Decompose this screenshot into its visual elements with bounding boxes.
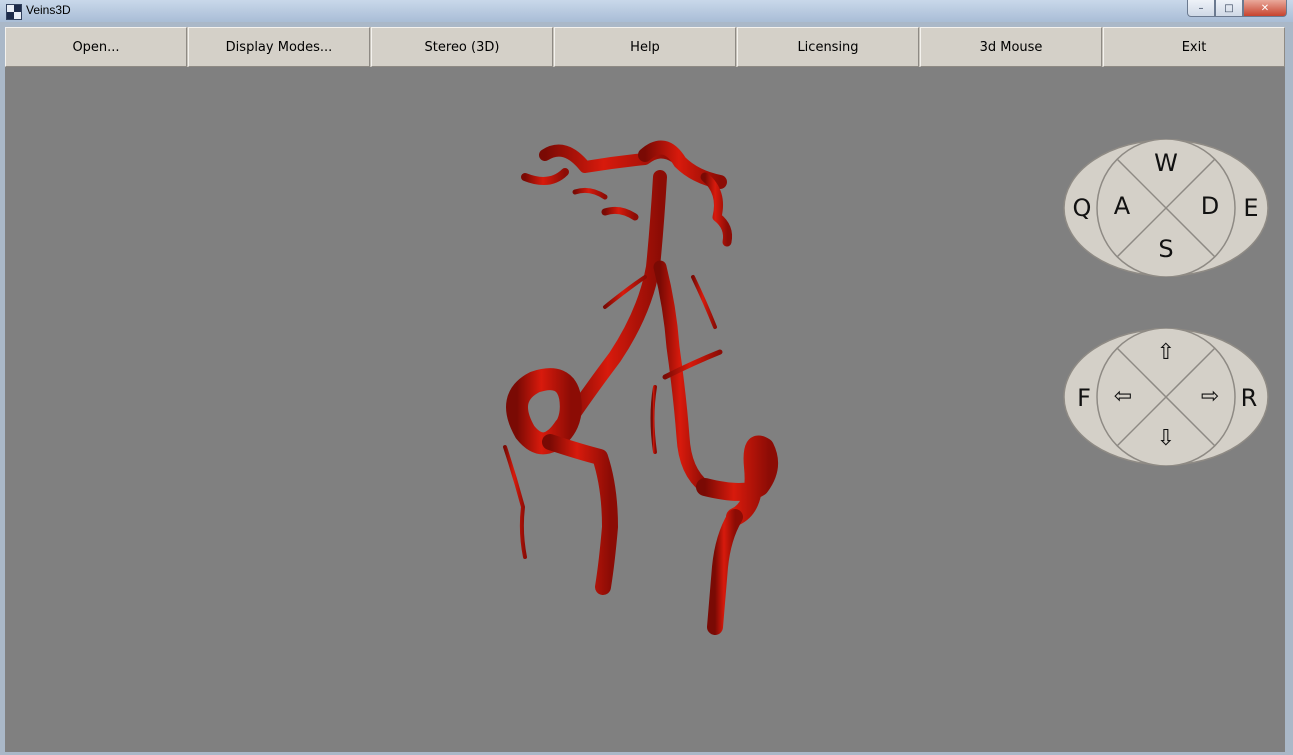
window-title: Veins3D	[26, 3, 71, 17]
window-controls: – □ ✕	[1187, 0, 1287, 18]
exit-button[interactable]: Exit	[1103, 27, 1285, 67]
arrow-right-icon[interactable]: ⇨	[1201, 386, 1219, 408]
3d-viewport[interactable]: W A D S Q E ⇧ ⇦ ⇨ ⇩ F R	[5, 67, 1285, 752]
3d-mouse-button[interactable]: 3d Mouse	[920, 27, 1102, 67]
display-modes-button[interactable]: Display Modes...	[188, 27, 370, 67]
open-button[interactable]: Open...	[5, 27, 187, 67]
window-frame: Open... Display Modes... Stereo (3D) Hel…	[0, 22, 1293, 755]
licensing-button[interactable]: Licensing	[737, 27, 919, 67]
rotate-up-w[interactable]: W	[1154, 151, 1178, 175]
title-bar: Veins3D – □ ✕	[0, 0, 1293, 22]
minimize-button[interactable]: –	[1187, 0, 1215, 17]
close-button[interactable]: ✕	[1243, 0, 1287, 17]
arrow-down-icon[interactable]: ⇩	[1157, 428, 1175, 450]
arrow-up-icon[interactable]: ⇧	[1157, 342, 1175, 364]
help-button[interactable]: Help	[554, 27, 736, 67]
maximize-button[interactable]: □	[1215, 0, 1243, 17]
menu-bar: Open... Display Modes... Stereo (3D) Hel…	[5, 27, 1285, 67]
rotate-left-a[interactable]: A	[1114, 194, 1130, 218]
rotate-down-s[interactable]: S	[1158, 237, 1173, 261]
rotation-pad[interactable]: W A D S Q E	[1063, 139, 1269, 277]
forward-f[interactable]: F	[1077, 386, 1091, 410]
arrow-left-icon[interactable]: ⇦	[1114, 386, 1132, 408]
reverse-r[interactable]: R	[1241, 386, 1258, 410]
roll-right-e[interactable]: E	[1243, 196, 1258, 220]
move-pad[interactable]: ⇧ ⇦ ⇨ ⇩ F R	[1063, 328, 1269, 466]
roll-left-q[interactable]: Q	[1073, 196, 1092, 220]
stereo-3d-button[interactable]: Stereo (3D)	[371, 27, 553, 67]
app-icon	[6, 4, 22, 20]
rotate-right-d[interactable]: D	[1201, 194, 1219, 218]
